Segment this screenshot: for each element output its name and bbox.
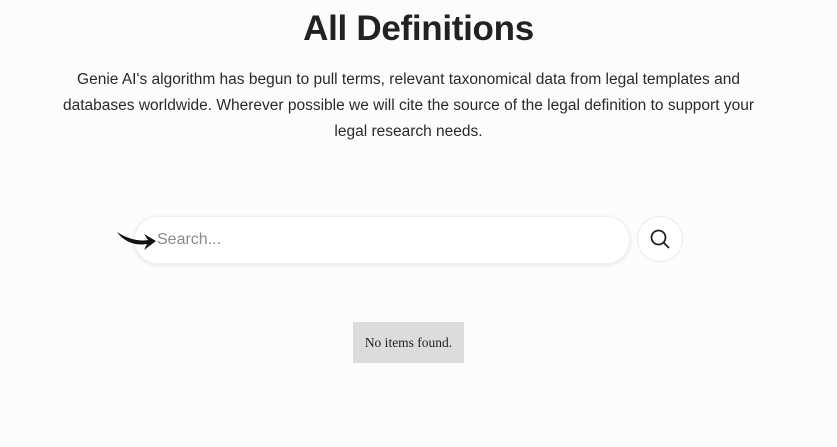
search-button[interactable] — [637, 216, 683, 262]
search-input[interactable] — [157, 217, 617, 263]
page-title: All Definitions — [303, 9, 534, 48]
search-row — [116, 216, 686, 266]
empty-results-message: No items found. — [353, 322, 464, 363]
page: All Definitions Genie AI's algorithm has… — [0, 0, 837, 447]
search-icon — [650, 229, 670, 249]
search-box — [134, 216, 630, 264]
arrow-icon — [116, 226, 158, 254]
page-description: Genie AI's algorithm has begun to pull t… — [63, 71, 754, 140]
